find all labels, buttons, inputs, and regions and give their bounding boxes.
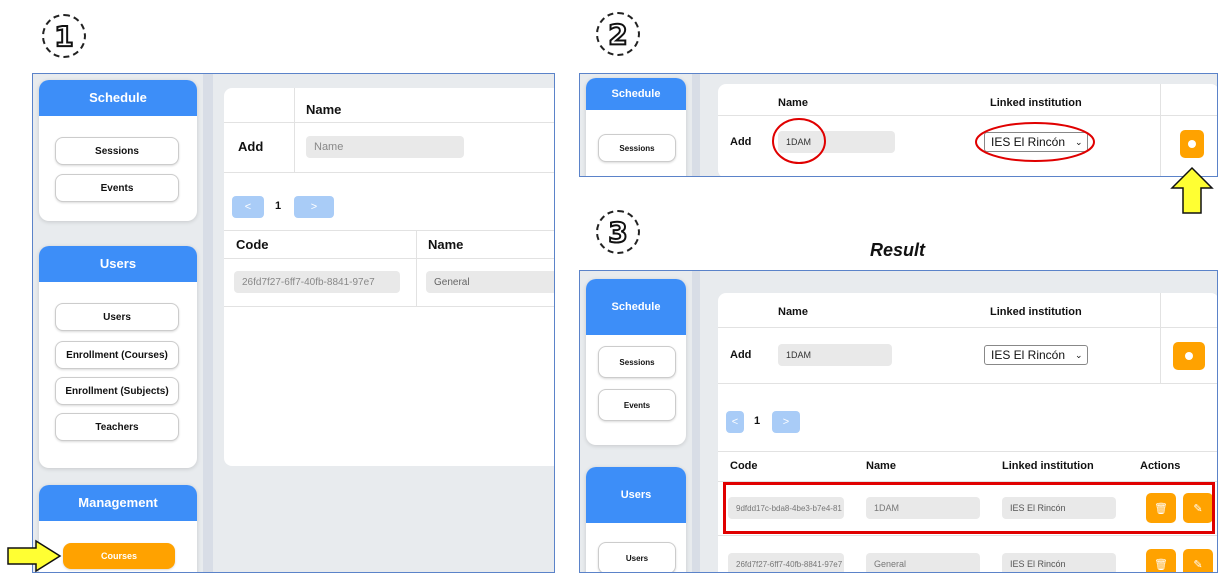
table-row-code: 26fd7f27-6ff7-40fb-8841-97e7 (234, 271, 400, 293)
chevron-down-icon: ⌄ (1075, 349, 1083, 360)
result-label: Result (870, 240, 926, 260)
add-button-3[interactable] (1173, 342, 1205, 370)
plus-icon (1188, 140, 1196, 148)
name-input-3[interactable]: 1DAM (778, 344, 892, 366)
highlight-name-circle (772, 118, 826, 164)
sidebar-users-card-3: Users Users (586, 467, 686, 572)
arrow-right-icon (7, 539, 62, 573)
current-page-3: 1 (754, 415, 761, 427)
sidebar-item-events-3[interactable]: Events (598, 389, 676, 421)
sidebar-schedule-header: Schedule (39, 80, 197, 116)
sidebar-item-enrollment-courses[interactable]: Enrollment (Courses) (55, 341, 179, 369)
content-panel-1: Name Add Name < 1 > Code Name 26fd7f27-6… (224, 88, 554, 466)
table-header-linked-3: Linked institution (1002, 460, 1094, 472)
sidebar-schedule-card-2: Schedule Sessions (586, 78, 686, 176)
arrow-up-icon (1170, 166, 1214, 214)
add-label: Add (238, 139, 264, 154)
add-label-3: Add (730, 349, 752, 361)
form-name-header-3: Name (778, 306, 808, 318)
edit-button[interactable]: ✎ (1183, 549, 1213, 572)
prev-page-button[interactable]: < (232, 196, 264, 218)
sidebar-users-header-3: Users (586, 467, 686, 523)
edit-icon: ✎ (1193, 558, 1203, 571)
prev-page-button-3[interactable]: < (726, 411, 744, 433)
step-2-badge: 2 (596, 12, 640, 56)
next-page-button[interactable]: > (294, 196, 334, 218)
sidebar-schedule-header-2: Schedule (586, 78, 686, 110)
table-header-code: Code (236, 237, 269, 252)
screenshot-1: Schedule Sessions Events Users Users Enr… (32, 73, 555, 573)
sidebar-item-users[interactable]: Users (55, 303, 179, 331)
table-header-code-3: Code (730, 460, 758, 472)
add-label-2: Add (730, 136, 752, 148)
step-1-badge: 1 (42, 14, 86, 58)
table-row-name: General (426, 271, 554, 293)
institution-select-3[interactable]: IES El Rincón ⌄ (984, 345, 1088, 365)
sidebar-users-header: Users (39, 246, 197, 282)
table-row-code: 26fd7f27-6ff7-40fb-8841-97e7 (728, 553, 844, 572)
step-3-badge: 3 (596, 210, 640, 254)
table-row-name: General (866, 553, 980, 572)
sidebar-users-card: Users Users Enrollment (Courses) Enrollm… (39, 246, 197, 468)
table-row-linked: IES El Rincón (1002, 553, 1116, 572)
form-name-header: Name (306, 102, 342, 117)
sidebar-item-courses[interactable]: Courses (63, 543, 175, 569)
screenshot-2: Schedule Sessions Name Linked institutio… (579, 73, 1218, 177)
new-row-highlight (723, 482, 1215, 534)
delete-button[interactable]: 🗑 (1146, 549, 1176, 572)
trash-icon: 🗑 (1154, 558, 1168, 571)
institution-select-value-3: IES El Rincón (991, 348, 1066, 362)
add-button-2[interactable] (1180, 130, 1204, 158)
sidebar-item-teachers[interactable]: Teachers (55, 413, 179, 441)
table-header-name: Name (428, 237, 464, 252)
table-header-name-3: Name (866, 460, 896, 472)
sidebar-item-sessions-3[interactable]: Sessions (598, 346, 676, 378)
form-name-header-2: Name (778, 97, 808, 109)
sidebar-divider (203, 74, 213, 572)
highlight-institution-circle (975, 122, 1095, 162)
sidebar-schedule-card-3: Schedule Sessions Events (586, 279, 686, 445)
current-page: 1 (275, 200, 282, 212)
form-linked-header-2: Linked institution (990, 97, 1082, 109)
next-page-button-3[interactable]: > (772, 411, 800, 433)
sidebar-item-sessions[interactable]: Sessions (55, 137, 179, 165)
sidebar-item-enrollment-subjects[interactable]: Enrollment (Subjects) (55, 377, 179, 405)
sidebar-management-card: Management Courses (39, 485, 197, 572)
sidebar-schedule-card: Schedule Sessions Events (39, 80, 197, 221)
sidebar-management-header: Management (39, 485, 197, 521)
sidebar-schedule-header-3: Schedule (586, 279, 686, 335)
sidebar-item-users-3[interactable]: Users (598, 542, 676, 572)
form-linked-header-3: Linked institution (990, 306, 1082, 318)
sidebar-item-sessions-2[interactable]: Sessions (598, 134, 676, 162)
table-header-actions-3: Actions (1140, 460, 1181, 472)
plus-icon (1185, 352, 1193, 360)
sidebar-item-events[interactable]: Events (55, 174, 179, 202)
name-input[interactable]: Name (306, 136, 464, 158)
